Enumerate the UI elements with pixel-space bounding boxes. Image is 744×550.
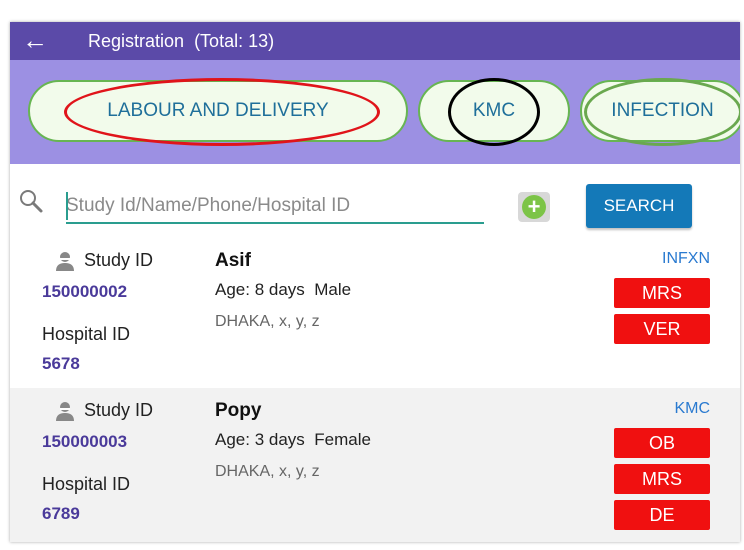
list-item[interactable]: Study ID 150000002 Hospital ID 5678 Asif… [10, 238, 740, 384]
study-id-label: Study ID [84, 400, 154, 420]
patient-age: Age: 8 days [215, 280, 305, 299]
hospital-id-label: Hospital ID [42, 324, 131, 344]
patient-age: Age: 3 days [215, 430, 305, 449]
study-id-value: 150000003 [42, 432, 128, 451]
status-badge[interactable]: VER [614, 314, 710, 344]
badge-label: OB [648, 432, 675, 453]
badge-label: DE [649, 504, 675, 525]
app-screen: ← Registration (Total: 13) LABOUR AND DE… [10, 22, 740, 542]
text-cursor [66, 192, 68, 220]
category-label: INFXN [662, 250, 710, 267]
status-badge[interactable]: DE [614, 500, 710, 530]
patient-name: Popy [215, 400, 262, 421]
hospital-id-label: Hospital ID [42, 474, 131, 494]
tab-label: LABOUR AND DELIVERY [107, 100, 329, 121]
patient-sex: Male [314, 280, 352, 299]
tab-labour-and-delivery[interactable]: LABOUR AND DELIVERY [28, 80, 408, 142]
hospital-id-value: 5678 [42, 354, 80, 373]
patient-age-sex: Age: 8 days Male [215, 280, 351, 300]
person-icon [54, 250, 76, 277]
category-label: KMC [674, 400, 710, 417]
title-text: Registration [88, 31, 185, 51]
person-icon [54, 400, 76, 427]
search-bar: + SEARCH [10, 164, 740, 234]
search-button-label: SEARCH [603, 196, 675, 215]
study-id-label: Study ID [84, 250, 154, 270]
page-title: Registration (Total: 13) [88, 31, 274, 52]
patient-location: DHAKA, x, y, z [215, 313, 320, 330]
study-id-value: 150000002 [42, 282, 128, 301]
tab-label: KMC [472, 100, 516, 121]
total-count: (Total: 13) [194, 31, 275, 51]
status-badge[interactable]: MRS [614, 278, 710, 308]
search-icon [18, 188, 44, 219]
tab-kmc[interactable]: KMC [418, 80, 570, 142]
category-tab-strip: LABOUR AND DELIVERY KMC INFECTION [10, 60, 740, 164]
list-item[interactable]: Study ID 150000003 Hospital ID 6789 Popy… [10, 388, 740, 542]
status-badge[interactable]: OB [614, 428, 710, 458]
search-button[interactable]: SEARCH [586, 184, 692, 228]
tab-infection[interactable]: INFECTION [580, 80, 740, 142]
patient-sex: Female [314, 430, 371, 449]
search-input[interactable] [66, 192, 484, 224]
badge-label: VER [643, 318, 681, 339]
badge-label: MRS [642, 282, 682, 303]
back-arrow-icon[interactable]: ← [22, 25, 48, 55]
badge-label: MRS [642, 468, 682, 489]
plus-icon: + [522, 195, 546, 219]
status-badge[interactable]: MRS [614, 464, 710, 494]
patient-age-sex: Age: 3 days Female [215, 430, 371, 450]
tab-label: INFECTION [611, 100, 714, 121]
patient-name: Asif [215, 250, 251, 271]
patient-location: DHAKA, x, y, z [215, 463, 320, 480]
app-bar: ← Registration (Total: 13) [10, 22, 740, 60]
add-registration-button[interactable]: + [518, 192, 550, 222]
hospital-id-value: 6789 [42, 504, 80, 523]
